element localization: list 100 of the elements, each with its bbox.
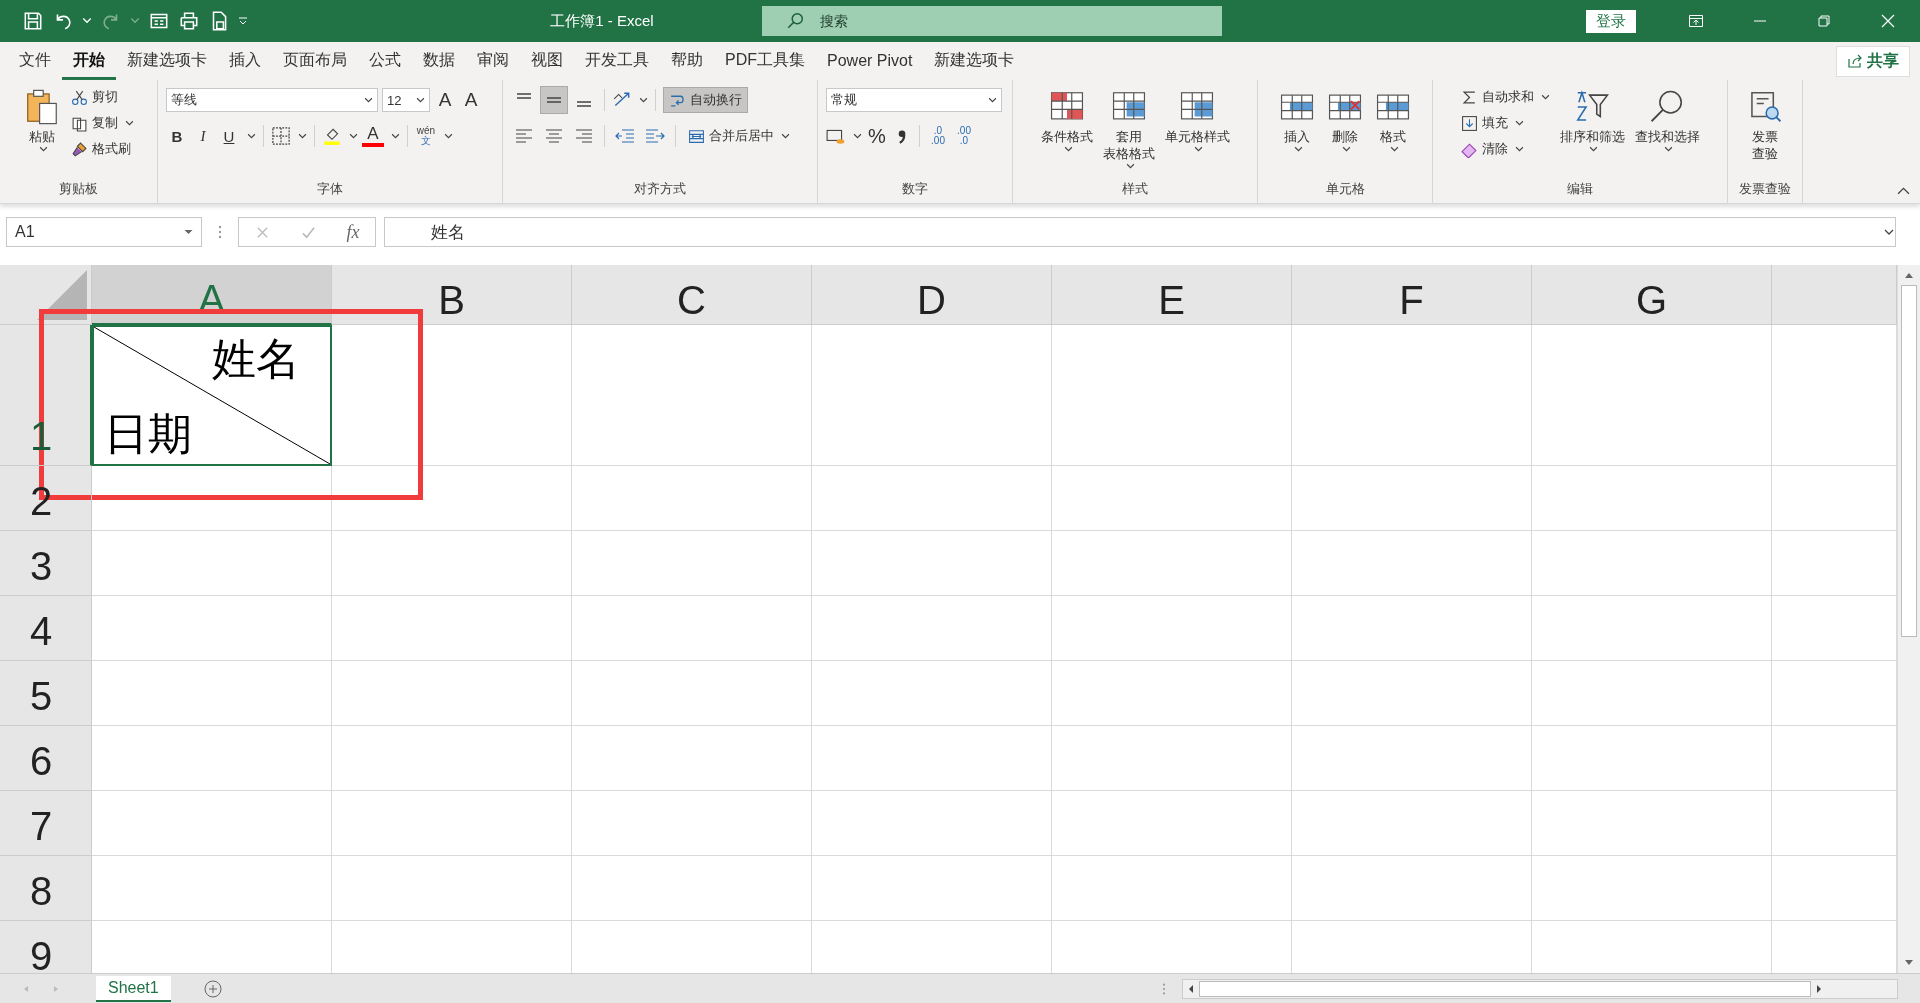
caret-icon[interactable] <box>639 95 648 105</box>
table-cell[interactable]: 姓名 日期 <box>92 325 332 466</box>
table-cell[interactable] <box>1052 791 1292 856</box>
table-cell[interactable] <box>332 726 572 791</box>
sheet-tab[interactable]: Sheet1 <box>96 975 171 1002</box>
table-cell[interactable] <box>812 325 1052 466</box>
print-icon[interactable] <box>178 10 200 32</box>
cells-button[interactable]: 删除 <box>1323 86 1367 156</box>
table-cell[interactable] <box>572 856 812 921</box>
increase-decimal-button[interactable]: .0 .00 <box>927 124 949 148</box>
table-cell[interactable] <box>332 466 572 531</box>
table-cell[interactable] <box>572 466 812 531</box>
share-button[interactable]: 共享 <box>1836 45 1910 77</box>
check-icon[interactable] <box>300 224 316 240</box>
table-cell[interactable] <box>812 466 1052 531</box>
clipboard-button[interactable]: 复制 <box>68 112 137 134</box>
table-cell[interactable] <box>1532 661 1772 726</box>
column-header[interactable]: F <box>1292 265 1532 325</box>
menu-tab[interactable]: 新建选项卡 <box>923 42 1026 80</box>
table-cell[interactable] <box>1052 596 1292 661</box>
row-header[interactable]: 6 <box>0 726 92 791</box>
wrap-text-button[interactable]: 自动换行 <box>663 87 748 113</box>
table-cell[interactable] <box>92 726 332 791</box>
vertical-align-icon[interactable] <box>541 87 567 113</box>
menu-tab[interactable]: 审阅 <box>466 42 520 80</box>
font-style-button[interactable]: U <box>218 124 240 148</box>
table-cell[interactable] <box>1532 531 1772 596</box>
style-button[interactable]: 套用 表格格式 <box>1099 86 1158 173</box>
font-style-button[interactable]: B <box>166 124 188 148</box>
column-header[interactable]: C <box>572 265 812 325</box>
table-cell[interactable] <box>1292 856 1532 921</box>
column-header[interactable]: E <box>1052 265 1292 325</box>
table-cell[interactable] <box>1052 726 1292 791</box>
add-sheet-icon[interactable] <box>202 978 223 999</box>
menu-tab[interactable]: 新建选项卡 <box>116 42 218 80</box>
table-cell[interactable] <box>92 466 332 531</box>
menu-tab[interactable]: Power Pivot <box>816 42 924 80</box>
borders-icon[interactable] <box>271 126 291 146</box>
table-cell[interactable] <box>572 791 812 856</box>
phonetic-button[interactable]: wén 文 <box>415 124 437 148</box>
font-style-button[interactable]: I <box>192 124 214 148</box>
close-icon[interactable] <box>1880 13 1896 29</box>
collapse-ribbon-icon[interactable] <box>1897 186 1910 195</box>
select-all-icon[interactable] <box>37 270 87 320</box>
table-cell[interactable] <box>332 856 572 921</box>
save-icon[interactable] <box>22 10 44 32</box>
next-sheet-icon[interactable] <box>52 984 60 993</box>
clipboard-button[interactable]: 格式刷 <box>68 138 137 160</box>
table-cell[interactable] <box>1292 726 1532 791</box>
table-cell[interactable] <box>332 791 572 856</box>
caret-icon[interactable] <box>391 131 400 141</box>
merge-center-button[interactable]: 合并后居中 <box>683 124 795 148</box>
menu-tab[interactable]: 视图 <box>520 42 574 80</box>
row-header[interactable]: 8 <box>0 856 92 921</box>
insert-function-button[interactable]: fx <box>346 221 360 243</box>
row-header[interactable]: 7 <box>0 791 92 856</box>
table-cell[interactable] <box>92 596 332 661</box>
table-cell[interactable] <box>1052 466 1292 531</box>
caret-icon[interactable] <box>853 131 862 141</box>
table-cell[interactable] <box>572 596 812 661</box>
caret-icon[interactable] <box>247 131 256 141</box>
menu-tab[interactable]: 公式 <box>358 42 412 80</box>
table-cell[interactable] <box>1532 856 1772 921</box>
table-cell[interactable] <box>332 531 572 596</box>
table-cell[interactable] <box>572 325 812 466</box>
editing-button[interactable]: 自动求和 <box>1457 86 1553 108</box>
row-header[interactable]: 5 <box>0 661 92 726</box>
editing-button[interactable]: 查找和选择 <box>1631 86 1703 156</box>
cells-button[interactable]: 插入 <box>1275 86 1319 156</box>
table-cell[interactable] <box>1292 325 1532 466</box>
fill-color-icon[interactable] <box>322 126 342 146</box>
table-cell[interactable] <box>1532 726 1772 791</box>
table-cell[interactable] <box>1292 661 1532 726</box>
table-cell[interactable] <box>1052 531 1292 596</box>
clipboard-button[interactable]: 剪切 <box>68 86 137 108</box>
table-cell[interactable] <box>812 596 1052 661</box>
login-button[interactable]: 登录 <box>1586 9 1636 33</box>
menu-tab[interactable]: 文件 <box>8 42 62 80</box>
table-cell[interactable] <box>1292 596 1532 661</box>
row-header[interactable]: 3 <box>0 531 92 596</box>
scroll-left-icon[interactable] <box>1187 983 1195 994</box>
table-cell[interactable] <box>812 661 1052 726</box>
table-cell[interactable] <box>1532 466 1772 531</box>
table-cell[interactable] <box>332 661 572 726</box>
caret-icon[interactable] <box>444 131 453 141</box>
table-cell[interactable] <box>92 531 332 596</box>
style-button[interactable]: 单元格样式 <box>1161 86 1233 156</box>
table-cell[interactable] <box>1052 661 1292 726</box>
shrink-font-button[interactable]: A <box>460 88 482 112</box>
column-header[interactable]: D <box>812 265 1052 325</box>
paste-button[interactable]: 粘贴 <box>20 86 64 156</box>
horizontal-scrollbar[interactable] <box>1182 978 1898 999</box>
table-cell[interactable] <box>332 325 572 466</box>
grow-font-button[interactable]: A <box>434 88 456 112</box>
menu-tab[interactable]: 插入 <box>218 42 272 80</box>
caret-icon[interactable] <box>349 131 358 141</box>
table-cell[interactable] <box>92 856 332 921</box>
editing-button[interactable]: 排序和筛选 <box>1556 86 1628 156</box>
previous-sheet-icon[interactable] <box>22 984 30 993</box>
formula-field[interactable]: 姓名 <box>384 217 1896 247</box>
